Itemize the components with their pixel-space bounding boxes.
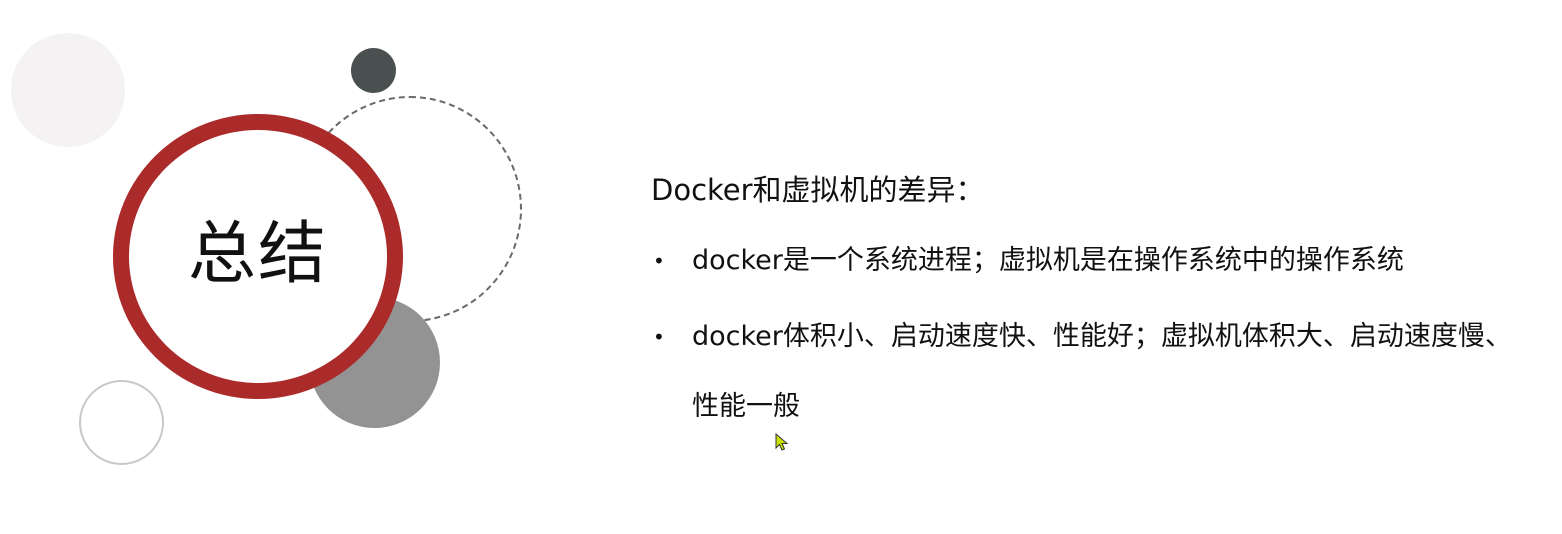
bullet-item: • docker体积小、启动速度快、性能好；虚拟机体积大、启动速度慢、性能一般 <box>651 302 1531 442</box>
bullet-icon: • <box>653 249 665 273</box>
decorative-dark-circle <box>351 48 396 93</box>
mouse-pointer-icon <box>775 433 789 451</box>
bullet-item: • docker是一个系统进程；虚拟机是在操作系统中的操作系统 <box>651 226 1531 296</box>
decorative-outline-circle <box>79 380 164 465</box>
bullet-icon: • <box>653 325 665 349</box>
slide-content: Docker和虚拟机的差异： • docker是一个系统进程；虚拟机是在操作系统… <box>651 170 1531 442</box>
title-ring: 总结 <box>113 114 403 399</box>
bullet-text: docker体积小、启动速度快、性能好；虚拟机体积大、启动速度慢、性能一般 <box>692 321 1512 422</box>
bullet-text: docker是一个系统进程；虚拟机是在操作系统中的操作系统 <box>692 245 1404 276</box>
slide-title: 总结 <box>187 214 328 294</box>
decorative-light-circle <box>11 33 125 147</box>
content-heading: Docker和虚拟机的差异： <box>651 173 985 207</box>
presentation-slide: 总结 Docker和虚拟机的差异： • docker是一个系统进程；虚拟机是在操… <box>0 0 1562 534</box>
bullet-list: • docker是一个系统进程；虚拟机是在操作系统中的操作系统 • docker… <box>651 226 1531 442</box>
